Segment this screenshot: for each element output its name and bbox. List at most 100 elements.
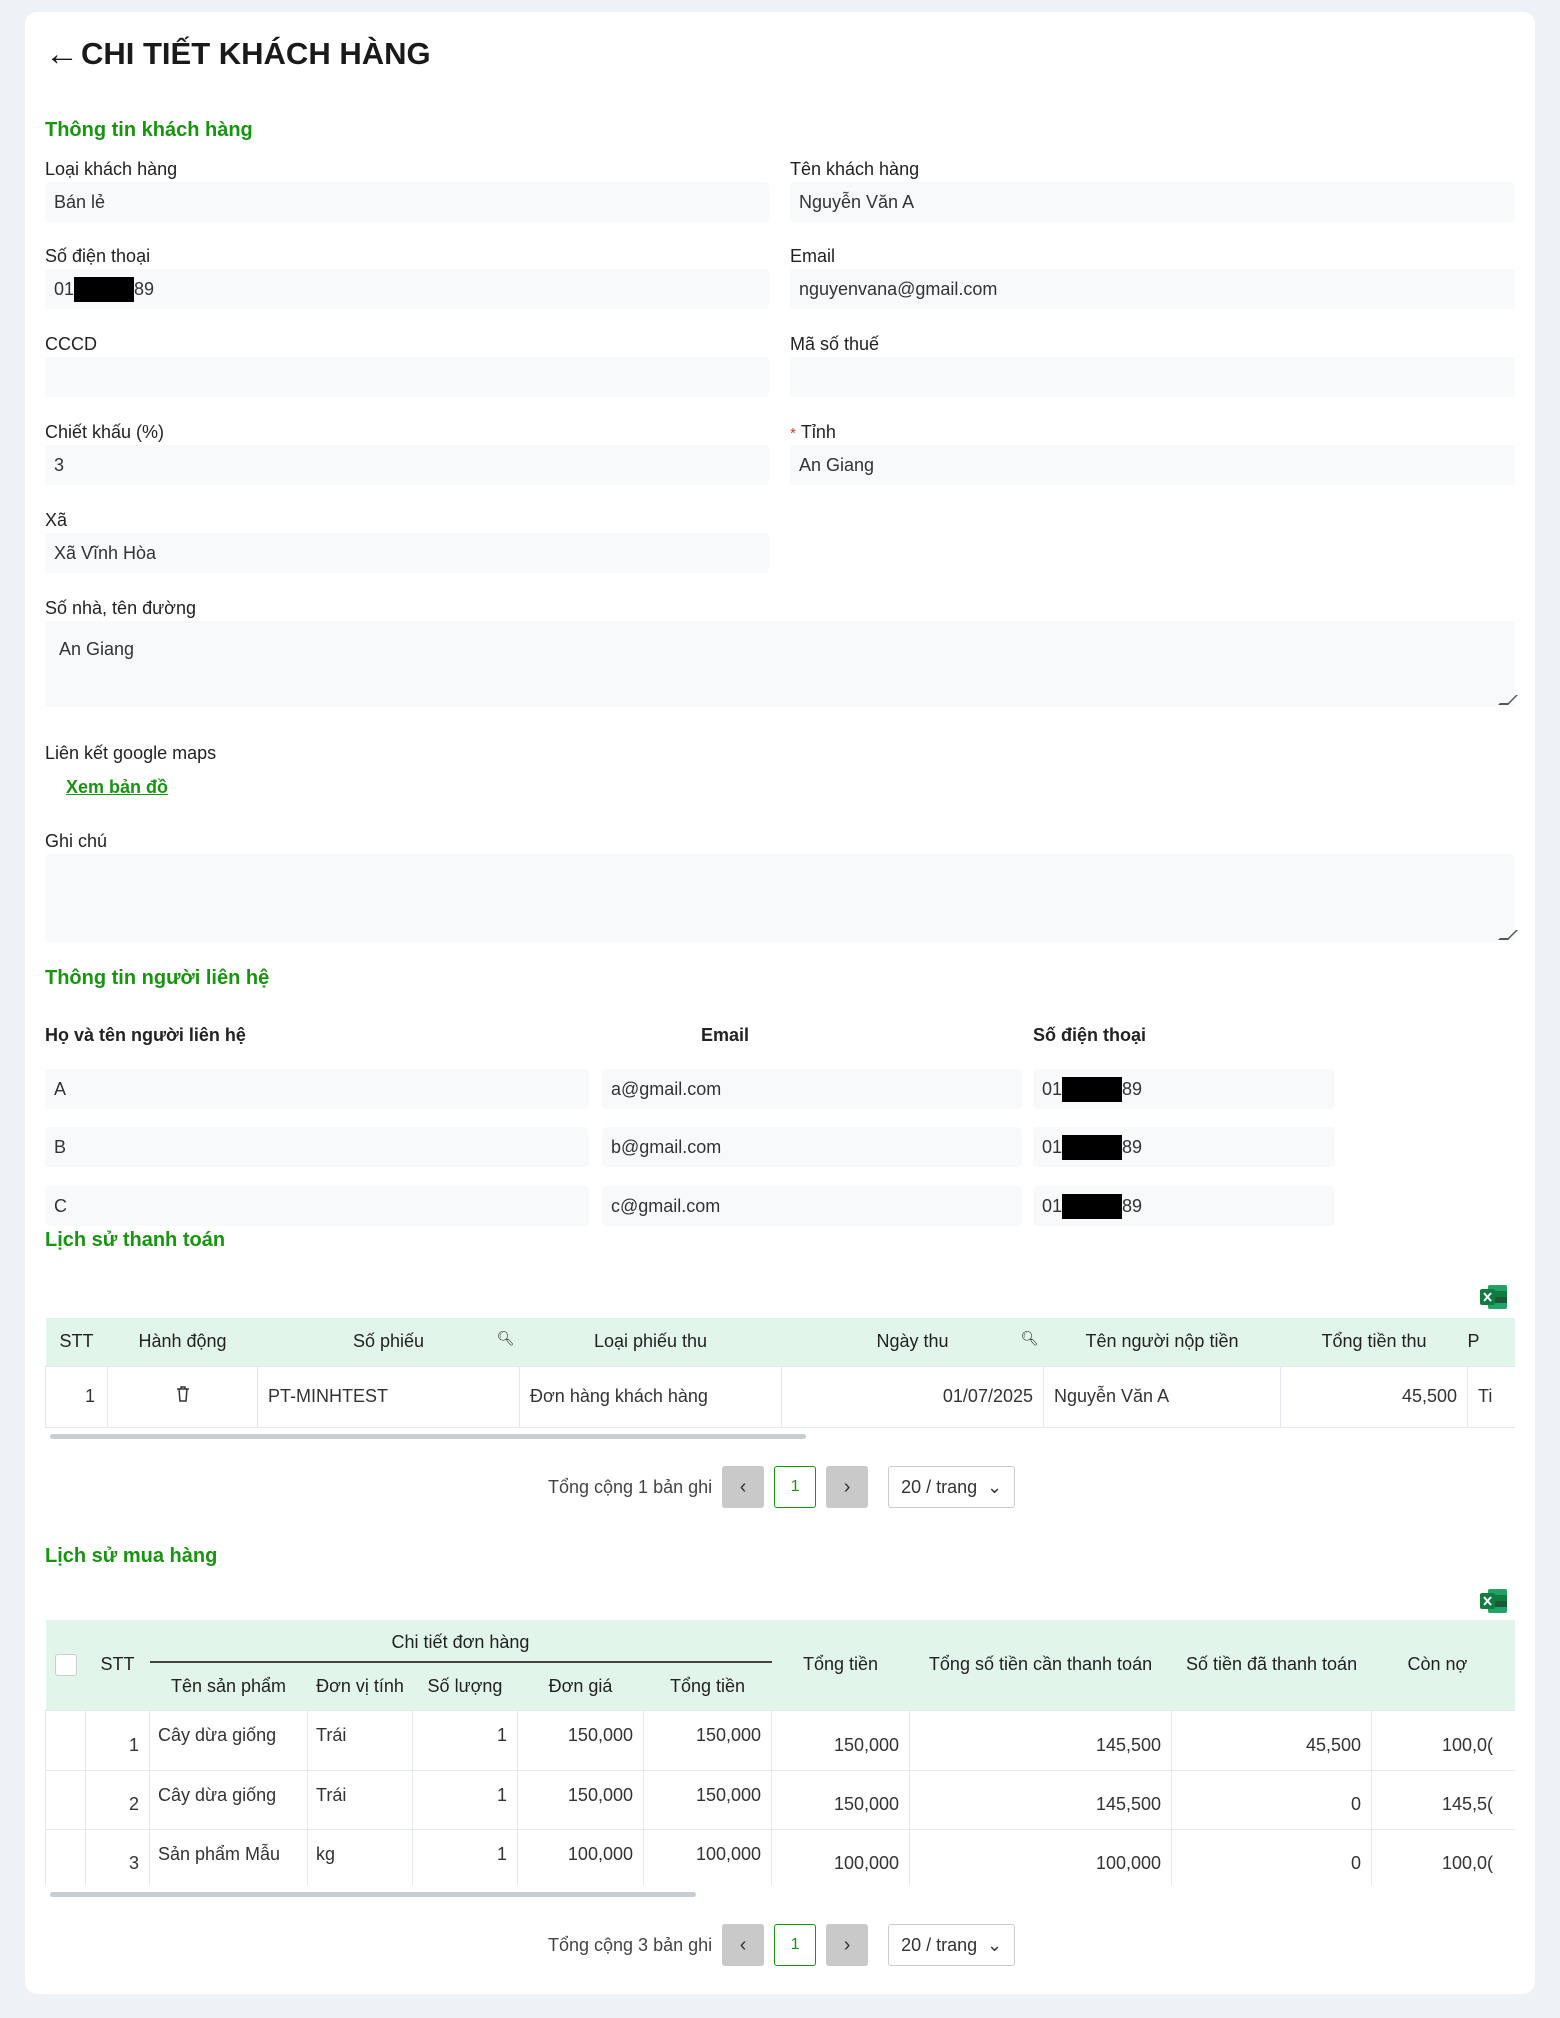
chevron-down-icon: ⌄ <box>987 1476 1003 1497</box>
chevron-left-icon[interactable]: ‹ <box>722 1466 765 1508</box>
payment-header-row: STT Hành động Số phiếu 🔍︎ Loại phiếu thu … <box>45 1318 1515 1366</box>
select-all-checkbox[interactable] <box>54 1653 77 1676</box>
customer-type-label: Loại khách hàng <box>45 159 178 179</box>
contact-phone-field[interactable]: 01 89 <box>1033 1127 1335 1167</box>
customer-detail-card: ← CHI TIẾT KHÁCH HÀNG Thông tin khách hà… <box>25 12 1535 1994</box>
contact-email-header: Email <box>700 1025 750 1045</box>
col-stt: STT <box>85 1620 150 1710</box>
chevron-right-icon[interactable]: › <box>826 1924 869 1966</box>
redaction-mask <box>1062 1076 1123 1102</box>
col-receipt-code[interactable]: Số phiếu 🔍︎ <box>257 1318 520 1366</box>
table-row: 2 Cây dừa giống Trái 1 150,000 150,000 1… <box>45 1769 1515 1830</box>
view-map-link[interactable]: Xem bản đồ <box>66 777 168 798</box>
cccd-field[interactable] <box>45 357 769 397</box>
excel-icon[interactable] <box>1480 1284 1508 1310</box>
maps-label: Liên kết google maps <box>45 743 217 763</box>
section-contacts: Thông tin người liên hệ <box>45 967 270 989</box>
resize-handle-icon[interactable] <box>1498 695 1518 705</box>
col-line-total: Tổng tiền <box>643 1662 772 1710</box>
address-textarea[interactable]: An Giang <box>45 621 1518 707</box>
tax-code-field[interactable] <box>790 357 1515 397</box>
section-payment-history: Lịch sử thanh toán <box>45 1229 226 1251</box>
email-label: Email <box>790 246 836 266</box>
contact-name-field[interactable]: B <box>45 1127 589 1167</box>
col-amount-paid: Số tiền đã thanh toán <box>1171 1620 1372 1710</box>
col-stt: STT <box>45 1318 108 1366</box>
page-size-select[interactable]: 20 / trang ⌄ <box>888 1924 1016 1966</box>
contact-email-field[interactable]: b@gmail.com <box>602 1127 1022 1167</box>
cccd-label: CCCD <box>45 334 97 354</box>
address-label: Số nhà, tên đường <box>45 598 196 618</box>
col-unit-price: Đơn giá <box>517 1662 644 1710</box>
contact-email-field[interactable]: a@gmail.com <box>602 1069 1022 1109</box>
table-row: 1 PT-MINHTEST Đơn hàng khách hàng 01/07/… <box>45 1365 1515 1428</box>
table-row: 1 Cây dừa giống Trái 1 150,000 150,000 1… <box>45 1709 1515 1771</box>
col-total: Tổng tiền <box>771 1620 910 1710</box>
purchase-pagination: Tổng cộng 3 bản ghi ‹ 1 › 20 / trang ⌄ <box>548 1924 1016 1966</box>
ward-label: Xã <box>45 510 68 530</box>
back-arrow-icon[interactable]: ← <box>45 37 79 71</box>
phone-label: Số điện thoại <box>45 246 151 266</box>
customer-type-field[interactable]: Bán lẻ <box>45 182 769 222</box>
col-total-received: Tổng tiền thu <box>1280 1318 1468 1366</box>
customer-name-field[interactable]: Nguyễn Văn A <box>790 182 1515 222</box>
discount-label: Chiết khấu (%) <box>45 422 165 442</box>
section-customer-info: Thông tin khách hàng <box>45 119 253 141</box>
redaction-mask <box>1062 1193 1123 1219</box>
col-payer: Tên người nộp tiền <box>1043 1318 1281 1366</box>
page-number[interactable]: 1 <box>774 1924 817 1966</box>
email-field[interactable]: nguyenvana@gmail.com <box>790 269 1515 309</box>
note-textarea[interactable] <box>45 854 1518 942</box>
total-records: Tổng cộng 3 bản ghi <box>548 1934 713 1955</box>
col-quantity: Số lượng <box>412 1662 518 1710</box>
phone-field[interactable]: 01 89 <box>45 269 769 309</box>
trash-icon[interactable] <box>175 1385 191 1403</box>
col-unit: Đơn vị tính <box>307 1662 413 1710</box>
search-icon[interactable]: 🔍︎ <box>497 1330 515 1347</box>
col-receipt-type: Loại phiếu thu <box>519 1318 782 1366</box>
customer-name-label: Tên khách hàng <box>790 159 920 179</box>
contact-phone-field[interactable]: 01 89 <box>1033 1186 1335 1226</box>
discount-field[interactable]: 3 <box>45 445 769 485</box>
page-number[interactable]: 1 <box>774 1466 817 1508</box>
contact-name-field[interactable]: A <box>45 1069 589 1109</box>
col-order-detail: Chi tiết đơn hàng <box>149 1620 772 1663</box>
chevron-down-icon: ⌄ <box>987 1934 1003 1955</box>
chevron-left-icon[interactable]: ‹ <box>722 1924 765 1966</box>
payment-pagination: Tổng cộng 1 bản ghi ‹ 1 › 20 / trang ⌄ <box>548 1466 1016 1508</box>
purchase-header-row: STT Chi tiết đơn hàng Tổng tiền Tổng số … <box>45 1620 1515 1710</box>
chevron-right-icon[interactable]: › <box>826 1466 869 1508</box>
search-icon[interactable]: 🔍︎ <box>1021 1330 1039 1347</box>
col-action: Hành động <box>107 1318 258 1366</box>
page-size-select[interactable]: 20 / trang ⌄ <box>888 1466 1016 1508</box>
table-row: 3 Sản phẩm Mẫu kg 1 100,000 100,000 100,… <box>45 1828 1515 1885</box>
page-title: CHI TIẾT KHÁCH HÀNG <box>81 36 431 71</box>
section-purchase-history: Lịch sử mua hàng <box>45 1545 218 1567</box>
redaction-mask <box>74 276 135 302</box>
purchase-table-wrap: STT Chi tiết đơn hàng Tổng tiền Tổng số … <box>45 1620 1515 1885</box>
contact-phone-header: Số điện thoại <box>1033 1025 1147 1045</box>
province-label: * Tỉnh <box>790 422 836 442</box>
horizontal-scrollbar[interactable] <box>50 1892 696 1897</box>
contact-phone-field[interactable]: 01 89 <box>1033 1069 1335 1109</box>
excel-icon[interactable] <box>1480 1588 1508 1614</box>
resize-handle-icon[interactable] <box>1498 930 1518 940</box>
col-extra: P <box>1467 1318 1515 1366</box>
col-debt: Còn nợ <box>1371 1620 1515 1710</box>
payment-table-wrap: STT Hành động Số phiếu 🔍︎ Loại phiếu thu … <box>45 1318 1515 1445</box>
col-amount-due: Tổng số tiền cần thanh toán <box>909 1620 1172 1710</box>
ward-field[interactable]: Xã Vĩnh Hòa <box>45 533 769 573</box>
horizontal-scrollbar[interactable] <box>50 1434 806 1439</box>
page-header: ← CHI TIẾT KHÁCH HÀNG <box>45 36 431 72</box>
purchase-table: STT Chi tiết đơn hàng Tổng tiền Tổng số … <box>45 1620 1515 1885</box>
contact-name-field[interactable]: C <box>45 1186 589 1226</box>
tax-code-label: Mã số thuế <box>790 334 880 354</box>
redaction-mask <box>1062 1134 1123 1160</box>
contact-email-field[interactable]: c@gmail.com <box>602 1186 1022 1226</box>
total-records: Tổng cộng 1 bản ghi <box>548 1476 713 1497</box>
contact-name-header: Họ và tên người liên hệ <box>45 1025 246 1045</box>
col-date[interactable]: Ngày thu 🔍︎ <box>781 1318 1044 1366</box>
note-label: Ghi chú <box>45 831 108 851</box>
province-field[interactable]: An Giang <box>790 445 1515 485</box>
payment-table: STT Hành động Số phiếu 🔍︎ Loại phiếu thu … <box>45 1318 1515 1428</box>
